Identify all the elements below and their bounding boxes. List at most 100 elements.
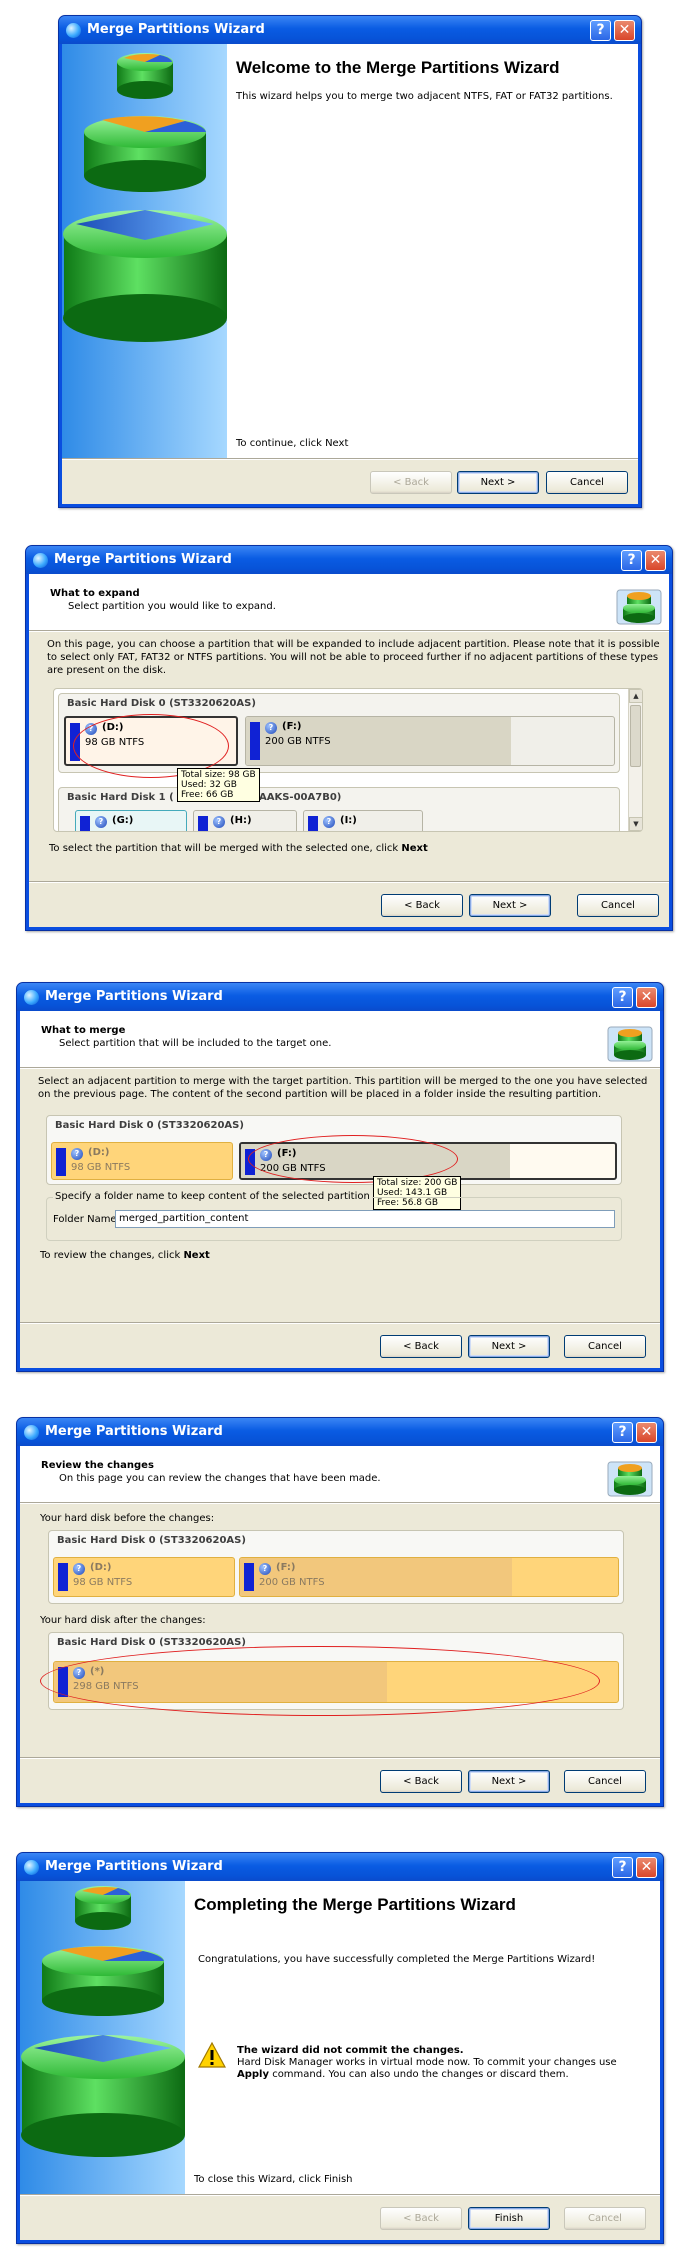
disk-title: Basic Hard Disk 1 ( xyxy=(67,792,174,803)
window-title: Merge Partitions Wizard xyxy=(45,1424,223,1439)
page-header: What to merge Select partition that will… xyxy=(20,1011,660,1067)
partition-f[interactable]: ? (F:) 200 GB NTFS xyxy=(245,716,615,766)
warning-icon xyxy=(197,2041,227,2068)
window-title: Merge Partitions Wizard xyxy=(54,552,232,567)
next-button[interactable]: Next > xyxy=(468,1335,550,1358)
partition-letter: (I:) xyxy=(340,815,357,826)
warning-title: The wizard did not commit the changes. xyxy=(237,2045,464,2056)
close-button[interactable]: ✕ xyxy=(636,1422,657,1443)
partition-letter: (G:) xyxy=(112,815,134,826)
page-header: What to expand Select partition you woul… xyxy=(29,574,669,630)
after-label: Your hard disk after the changes: xyxy=(40,1615,206,1626)
title-bar[interactable]: Merge Partitions Wizard ? ✕ xyxy=(59,16,641,44)
cancel-button[interactable]: Cancel xyxy=(564,1770,646,1793)
cancel-button[interactable]: Cancel xyxy=(577,894,659,917)
group-label: Specify a folder name to keep content of… xyxy=(53,1191,372,1202)
footer-hint: To close this Wizard, click Finish xyxy=(194,2174,353,2185)
partition-d[interactable]: ? (D:) 98 GB NTFS xyxy=(51,1142,233,1180)
next-button[interactable]: Next > xyxy=(469,894,551,917)
partition-letter: (D:) xyxy=(90,1562,112,1573)
partition-f[interactable]: ? (F:) 200 GB NTFS xyxy=(239,1557,619,1597)
next-button[interactable]: Next > xyxy=(468,1770,550,1793)
divider xyxy=(29,630,669,632)
disk-1: Basic Hard Disk 1 ( AAKS-00A7B0) ? (G:) … xyxy=(58,787,620,831)
stacked-disks-icon xyxy=(21,1886,185,2157)
disk-title: Basic Hard Disk 0 (ST3320620AS) xyxy=(57,1535,246,1546)
close-button[interactable]: ✕ xyxy=(636,1857,657,1878)
disk-title: Basic Hard Disk 0 (ST3320620AS) xyxy=(57,1637,246,1648)
wizard-window-welcome: Merge Partitions Wizard ? ✕ Welcome to t… xyxy=(58,15,642,508)
footer-hint: To continue, click Next xyxy=(236,438,349,449)
app-icon xyxy=(33,553,48,568)
title-bar[interactable]: Merge Partitions Wizard ? ✕ xyxy=(17,983,663,1011)
wizard-window-completing: Merge Partitions Wizard ? ✕ Completing t… xyxy=(16,1852,664,2244)
cancel-button[interactable]: Cancel xyxy=(546,471,628,494)
wizard-window-what-to-merge: Merge Partitions Wizard ? ✕ What to merg… xyxy=(16,982,664,1372)
wizard-banner-image xyxy=(20,1881,185,2195)
page-title: Completing the Merge Partitions Wizard xyxy=(194,1895,516,1914)
close-button[interactable]: ✕ xyxy=(636,987,657,1008)
folder-name-input[interactable]: merged_partition_content xyxy=(115,1210,615,1228)
scroll-down-arrow[interactable]: ▼ xyxy=(629,817,642,831)
wizard-banner-image xyxy=(62,44,227,459)
finish-button[interactable]: Finish xyxy=(468,2207,550,2230)
divider xyxy=(29,881,669,883)
vertical-scrollbar[interactable]: ▲ ▼ xyxy=(628,689,642,831)
scroll-up-arrow[interactable]: ▲ xyxy=(629,689,642,703)
warning-message: The wizard did not commit the changes. H… xyxy=(237,2045,617,2081)
partition-letter: (D:) xyxy=(88,1147,110,1158)
back-button[interactable]: < Back xyxy=(380,1770,462,1793)
question-icon: ? xyxy=(259,1563,271,1575)
partition-h[interactable]: ? (H:) xyxy=(193,810,297,831)
help-button[interactable]: ? xyxy=(621,550,642,571)
folder-name-group: Specify a folder name to keep content of… xyxy=(46,1191,622,1241)
partition-letter: (F:) xyxy=(282,721,302,732)
help-button[interactable]: ? xyxy=(612,1422,633,1443)
stacked-disks-icon xyxy=(63,53,227,342)
disk-title: Basic Hard Disk 0 (ST3320620AS) xyxy=(55,1120,244,1131)
window-title: Merge Partitions Wizard xyxy=(45,1859,223,1874)
back-button[interactable]: < Back xyxy=(380,2207,462,2230)
title-bar[interactable]: Merge Partitions Wizard ? ✕ xyxy=(17,1853,663,1881)
disk-before: Basic Hard Disk 0 (ST3320620AS) ? (D:) 9… xyxy=(48,1530,624,1604)
cancel-button[interactable]: Cancel xyxy=(564,1335,646,1358)
app-icon xyxy=(66,23,81,38)
tooltip-line: Total size: 98 GB xyxy=(181,770,256,780)
help-button[interactable]: ? xyxy=(612,1857,633,1878)
app-icon xyxy=(24,990,39,1005)
welcome-panel: Welcome to the Merge Partitions Wizard T… xyxy=(227,44,638,459)
title-bar[interactable]: Merge Partitions Wizard ? ✕ xyxy=(26,546,672,574)
partition-letter: (F:) xyxy=(276,1562,296,1573)
partition-size: 98 GB NTFS xyxy=(71,1162,131,1173)
footer-hint: To select the partition that will be mer… xyxy=(49,843,428,854)
congrats-text: Congratulations, you have successfully c… xyxy=(198,1954,596,1965)
question-icon: ? xyxy=(73,1563,85,1575)
partition-i[interactable]: ? (I:) xyxy=(303,810,423,831)
question-icon: ? xyxy=(71,1148,83,1160)
close-button[interactable]: ✕ xyxy=(614,20,635,41)
header-title: What to expand xyxy=(50,588,140,599)
question-icon: ? xyxy=(265,722,277,734)
back-button[interactable]: < Back xyxy=(381,894,463,917)
back-button[interactable]: < Back xyxy=(370,471,452,494)
partition-d[interactable]: ? (D:) 98 GB NTFS xyxy=(53,1557,235,1597)
partition-size: 98 GB NTFS xyxy=(73,1577,133,1588)
next-button[interactable]: Next > xyxy=(457,471,539,494)
question-icon: ? xyxy=(213,816,225,828)
completion-panel: Completing the Merge Partitions Wizard C… xyxy=(185,1881,660,2195)
scroll-thumb[interactable] xyxy=(630,705,641,767)
divider xyxy=(20,2194,660,2196)
partition-g[interactable]: ? (G:) xyxy=(75,810,187,831)
cancel-button[interactable]: Cancel xyxy=(564,2207,646,2230)
close-button[interactable]: ✕ xyxy=(645,550,666,571)
help-button[interactable]: ? xyxy=(612,987,633,1008)
window-title: Merge Partitions Wizard xyxy=(45,989,223,1004)
intro-text: On this page, you can choose a partition… xyxy=(47,639,660,676)
header-title: Review the changes xyxy=(41,1460,154,1471)
back-button[interactable]: < Back xyxy=(380,1335,462,1358)
app-icon xyxy=(24,1860,39,1875)
header-subtitle: On this page you can review the changes … xyxy=(59,1473,381,1484)
help-button[interactable]: ? xyxy=(590,20,611,41)
partition-size: 200 GB NTFS xyxy=(265,736,331,747)
title-bar[interactable]: Merge Partitions Wizard ? ✕ xyxy=(17,1418,663,1446)
